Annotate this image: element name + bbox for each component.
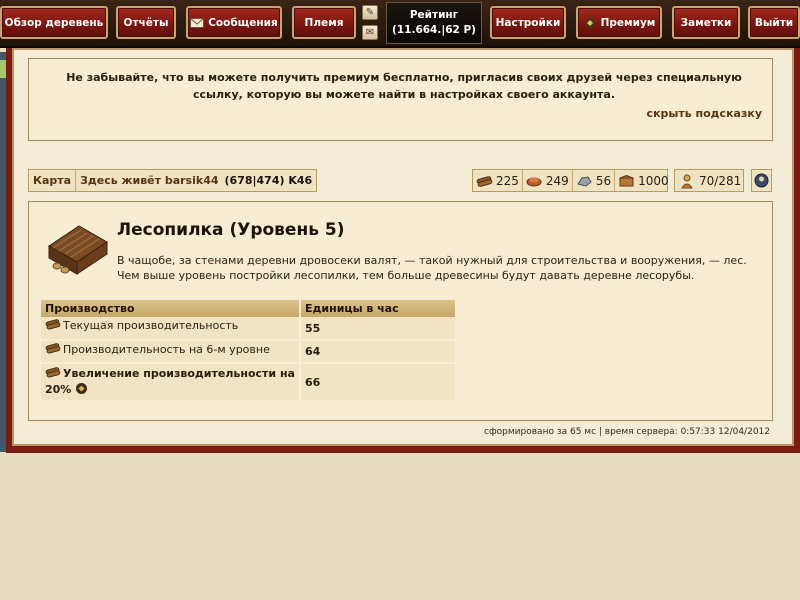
profile-icon [754, 173, 769, 188]
wood-amount: 225 [496, 173, 519, 188]
resources-bar: 225 249 56 1000 [472, 169, 669, 192]
top-navigation: Обзор деревень Отчёты Сообщения Племя ✎ … [0, 0, 800, 48]
hint-text: Не забывайте, что вы можете получить пре… [66, 71, 742, 101]
clay-amount: 249 [545, 173, 569, 188]
village-owner-label[interactable]: Здесь живёт barsik44 [80, 174, 218, 187]
map-link[interactable]: Карта [29, 170, 77, 191]
nav-notes[interactable]: Заметки [672, 6, 740, 39]
avatar[interactable] [751, 169, 772, 192]
wood-icon [45, 319, 61, 330]
nav-messages-label: Сообщения [208, 16, 278, 29]
rating-box[interactable]: Рейтинг (11.664.|62 P) [386, 2, 482, 44]
nav-messages[interactable]: Сообщения [186, 6, 282, 39]
premium-icon [584, 17, 595, 28]
production-label-cell: Текущая производительность [41, 317, 301, 341]
building-title: Лесопилка (Уровень 5) [117, 220, 345, 240]
nav-tribe[interactable]: Племя [292, 6, 356, 39]
breadcrumb: Карта Здесь живёт barsik44 (678|474) K46 [28, 169, 318, 192]
hide-hint-link[interactable]: скрыть подсказку [647, 107, 762, 120]
frame-bottom-border [6, 448, 800, 453]
nav-notes-label: Заметки [680, 16, 732, 29]
resource-iron[interactable]: 56 [573, 170, 616, 191]
iron-amount: 56 [595, 173, 612, 188]
nav-premium-label: Премиум [600, 16, 656, 29]
wood-icon [45, 367, 61, 378]
farm-icon [681, 174, 693, 188]
resource-wood[interactable]: 225 [473, 170, 523, 191]
nav-tribe-label: Племя [304, 16, 344, 29]
nav-settings-label: Настройки [495, 16, 561, 29]
row-label: Текущая производительность [63, 319, 239, 332]
premium-icon[interactable] [75, 382, 88, 395]
village-coords: (678|474) K46 [224, 174, 313, 187]
clay-icon [526, 177, 542, 186]
nav-village-overview[interactable]: Обзор деревень [0, 6, 108, 39]
building-panel: Лесопилка (Уровень 5) В чащобе, за стена… [28, 201, 773, 421]
production-header: Производство [41, 300, 301, 317]
village-info: Здесь живёт barsik44 (678|474) K46 [76, 170, 316, 191]
nav-premium[interactable]: Премиум [576, 6, 662, 39]
nav-logout-label: Выйти [754, 16, 794, 29]
forum-icon[interactable]: ✎ [362, 5, 378, 20]
sawmill-building-image [48, 225, 108, 275]
nav-reports-label: Отчёты [123, 16, 169, 29]
nav-logout[interactable]: Выйти [748, 6, 800, 39]
iron-icon [577, 175, 592, 187]
production-label-cell: Производительность на 6-м уровне [41, 340, 301, 364]
population-amount: 70/281 [699, 173, 742, 188]
server-footer: сформировано за 65 мс | время сервера: 0… [484, 427, 770, 437]
production-label-cell: Увеличение производительности на 20% [41, 363, 301, 402]
storage-capacity: 1000 [638, 173, 669, 188]
table-row: Производительность на 6-м уровне 64 [41, 340, 457, 364]
production-table: Производство Единицы в час Текущая произ… [41, 300, 457, 402]
hint-box: Не забывайте, что вы можете получить пре… [28, 58, 773, 141]
row-value: 64 [300, 340, 457, 364]
building-description: В чащобе, за стенами деревни дровосеки в… [117, 254, 747, 282]
rating-title: Рейтинг [409, 9, 459, 21]
wood-icon [45, 343, 61, 354]
storage-icon [619, 174, 634, 186]
rating-value: (11.664.|62 P) [392, 24, 476, 36]
units-per-hour-header: Единицы в час [300, 300, 457, 317]
resource-clay[interactable]: 249 [523, 170, 573, 191]
nav-village-overview-label: Обзор деревень [4, 16, 104, 29]
row-label: Производительность на 6-м уровне [63, 343, 270, 356]
wood-icon [476, 175, 493, 187]
envelope-icon [190, 17, 205, 28]
nav-settings[interactable]: Настройки [490, 6, 566, 39]
row-value: 66 [300, 363, 457, 402]
resource-storage[interactable]: 1000 [615, 170, 672, 191]
table-row: Текущая производительность 55 [41, 317, 457, 341]
memo-icon[interactable]: ✉ [362, 25, 378, 40]
table-row: Увеличение производительности на 20% 66 [41, 363, 457, 402]
nav-reports[interactable]: Отчёты [116, 6, 176, 39]
population-box[interactable]: 70/281 [674, 169, 744, 192]
row-value: 55 [300, 317, 457, 341]
